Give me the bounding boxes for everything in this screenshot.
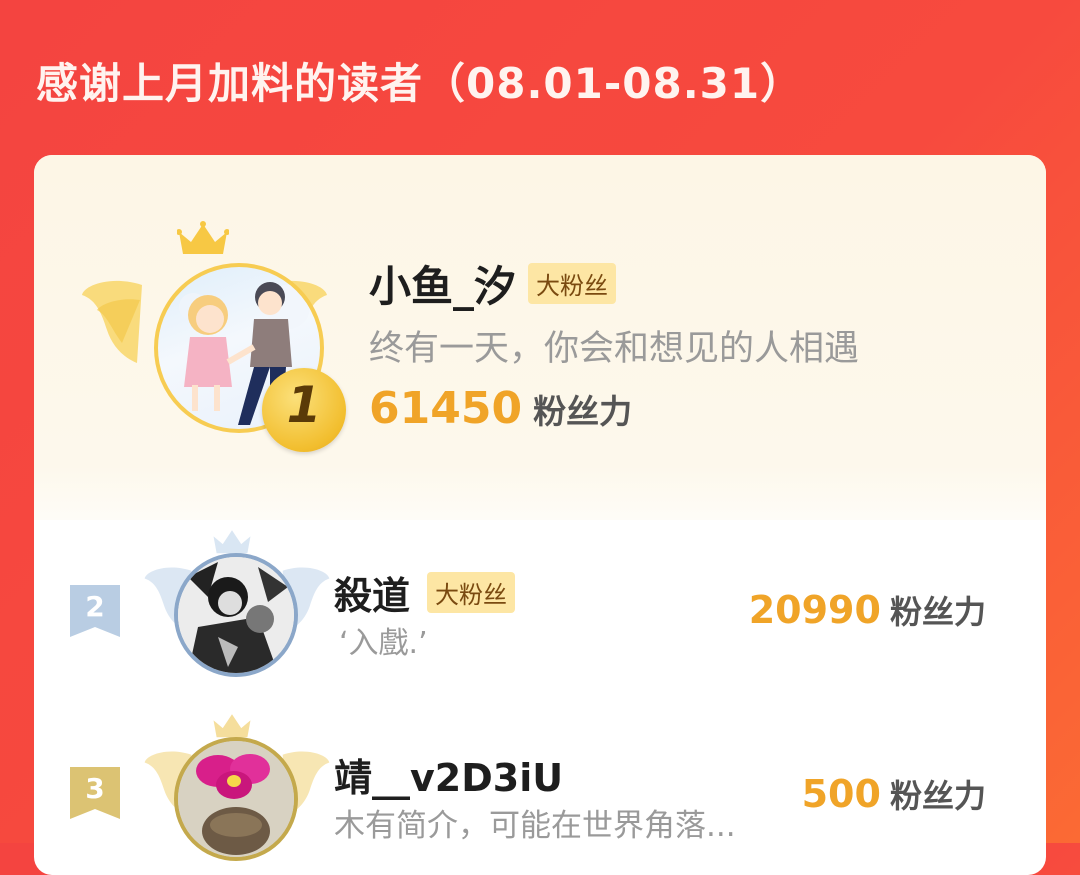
rank-3-tag: 3 bbox=[70, 767, 120, 819]
score-value: 20990 bbox=[748, 588, 881, 632]
reader-bio: ‘入戲.’ bbox=[339, 626, 428, 661]
rank-2-tag: 2 bbox=[70, 585, 120, 637]
score-unit: 粉丝力 bbox=[533, 392, 633, 431]
reader-name[interactable]: 靖__v2D3iU bbox=[334, 747, 563, 802]
rank-1-medal-icon: 1 bbox=[262, 368, 346, 452]
reader-bio: 终有一天，你会和想见的人相遇 bbox=[369, 329, 860, 369]
reader-name[interactable]: 小鱼_汐 bbox=[369, 253, 516, 314]
rank-2-crown-icon bbox=[213, 530, 251, 554]
score-value: 500 bbox=[801, 772, 881, 816]
score-unit: 粉丝力 bbox=[889, 593, 986, 631]
rank-3-number: 3 bbox=[85, 772, 105, 805]
reader-name[interactable]: 殺道 bbox=[334, 565, 410, 620]
fan-power-score: 61450 粉丝力 bbox=[369, 383, 632, 434]
page-title: 感谢上月加料的读者（08.01-08.31） bbox=[36, 59, 804, 108]
rank-1-avatar-wrap[interactable]: 1 bbox=[82, 220, 346, 452]
rank-3-crown-icon bbox=[213, 714, 251, 738]
dark-character-avatar-icon bbox=[178, 557, 294, 673]
reader-avatar[interactable] bbox=[174, 737, 298, 861]
rank-1-number: 1 bbox=[286, 376, 322, 434]
reader-avatar[interactable] bbox=[174, 553, 298, 677]
crown-icon bbox=[177, 221, 229, 254]
reader-ranking-card: 1 小鱼_汐 大粉丝 终有一天，你会和想见的人相遇 61450 粉丝力 2 殺道… bbox=[34, 155, 1046, 875]
rank-2-number: 2 bbox=[85, 590, 105, 623]
score-unit: 粉丝力 bbox=[889, 777, 986, 815]
fan-power-score: 20990 粉丝力 bbox=[749, 587, 986, 633]
fan-power-score: 500 粉丝力 bbox=[802, 771, 986, 817]
reader-bio: 木有简介，可能在世界角落... bbox=[334, 808, 736, 844]
orchid-flower-avatar-icon bbox=[178, 741, 294, 857]
left-wing-icon bbox=[82, 280, 142, 363]
fan-level-badge: 大粉丝 bbox=[528, 263, 616, 304]
score-value: 61450 bbox=[369, 383, 523, 434]
fan-level-badge: 大粉丝 bbox=[427, 572, 515, 613]
